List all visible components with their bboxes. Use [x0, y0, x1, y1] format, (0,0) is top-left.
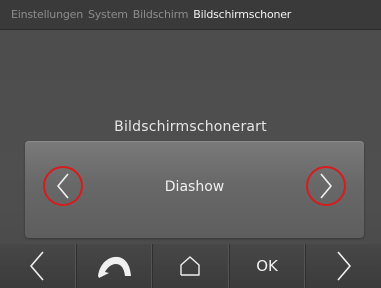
home-icon: [180, 256, 201, 276]
breadcrumb-item-einstellungen[interactable]: Einstellungen: [11, 8, 83, 21]
ok-label: OK: [256, 257, 278, 275]
breadcrumb-item-system[interactable]: System: [88, 8, 128, 21]
breadcrumb: Einstellungen System Bildschirm Bildschi…: [0, 0, 381, 30]
next-option-button[interactable]: [306, 166, 346, 206]
chevron-right-icon: [337, 251, 351, 281]
breadcrumb-item-bildschirm[interactable]: Bildschirm: [133, 8, 189, 21]
back-button[interactable]: [0, 244, 76, 288]
breadcrumb-item-current: Bildschirmschoner: [193, 8, 292, 21]
home-button[interactable]: [152, 244, 229, 288]
chevron-right-icon: [320, 173, 332, 199]
undo-button[interactable]: [75, 244, 153, 288]
screensaver-settings-screen: Einstellungen System Bildschirm Bildschi…: [0, 0, 381, 288]
ok-button[interactable]: OK: [228, 244, 306, 288]
bottom-navigation-bar: OK: [0, 244, 381, 288]
chevron-left-icon: [30, 251, 44, 281]
undo-arrow-icon: [97, 256, 131, 278]
screensaver-type-selector: Diashow: [25, 141, 364, 238]
forward-button[interactable]: [305, 244, 381, 288]
setting-title: Bildschirmschonerart: [114, 119, 267, 135]
